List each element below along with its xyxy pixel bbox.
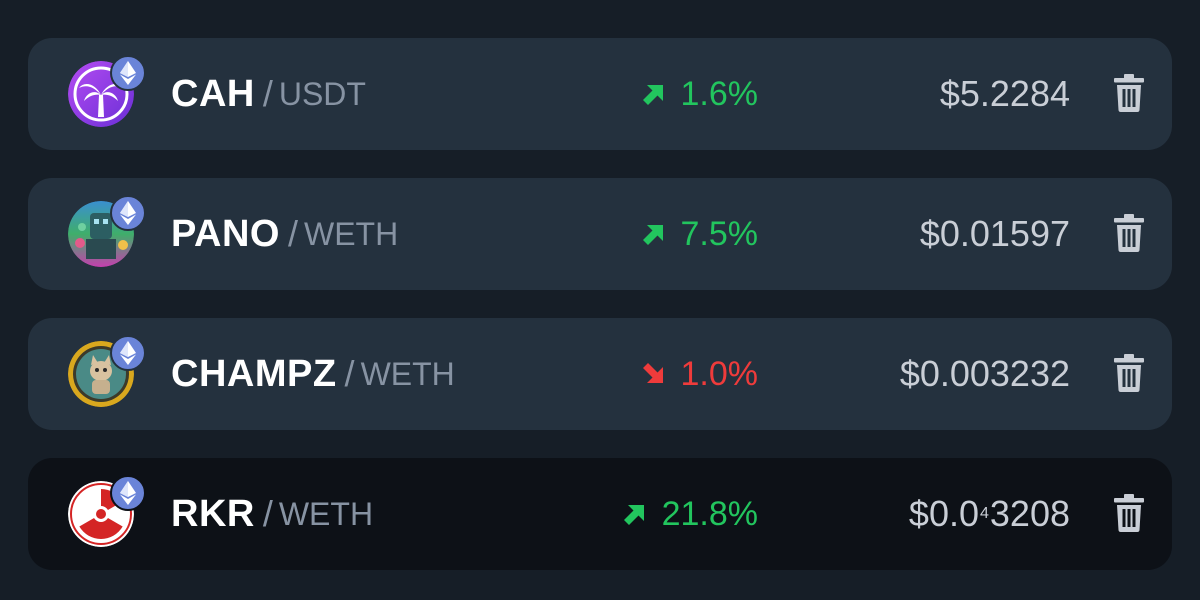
- price-change: 21.8%: [623, 458, 758, 570]
- delete-button[interactable]: [1114, 493, 1144, 533]
- token-price: $0.01597: [920, 178, 1070, 290]
- watchlist-row-champz[interactable]: CHAMPZ / WETH 1.0% $0.003232: [28, 318, 1172, 430]
- token-price-zero-count: 4: [980, 505, 989, 522]
- delete-button[interactable]: [1114, 73, 1144, 113]
- watchlist-row-pano[interactable]: PANO / WETH 7.5% $0.01597: [28, 178, 1172, 290]
- trading-pair: RKR / WETH: [171, 458, 373, 570]
- trash-icon: [1114, 74, 1144, 112]
- trading-pair: PANO / WETH: [171, 178, 398, 290]
- token-avatar: [68, 195, 146, 267]
- price-change: 1.0%: [642, 318, 759, 430]
- token-avatar: [68, 55, 146, 127]
- arrow-up-right-icon: [623, 503, 646, 525]
- base-symbol: RKR: [171, 492, 255, 535]
- trading-pair: CAH / USDT: [171, 38, 366, 150]
- base-symbol: CAH: [171, 72, 255, 115]
- token-price-value: $0.01597: [919, 213, 1070, 254]
- token-price: $5.2284: [940, 38, 1070, 150]
- quote-symbol: USDT: [278, 75, 366, 112]
- ethereum-icon: [110, 475, 146, 511]
- token-price-value: $0.003232: [899, 353, 1070, 394]
- ethereum-icon: [110, 335, 146, 371]
- price-change-value: 1.0%: [680, 354, 759, 393]
- watchlist-row-cah[interactable]: CAH / USDT 1.6% $5.2284: [28, 38, 1172, 150]
- pair-separator: /: [262, 73, 273, 114]
- price-change-value: 7.5%: [680, 214, 759, 253]
- pair-separator: /: [287, 213, 298, 254]
- arrow-down-right-icon: [642, 363, 665, 385]
- arrow-up-right-icon: [642, 223, 665, 245]
- delete-button[interactable]: [1114, 213, 1144, 253]
- ethereum-icon: [110, 55, 146, 91]
- token-price: $0.0 4 3208: [909, 458, 1070, 570]
- trash-icon: [1114, 494, 1144, 532]
- base-symbol: PANO: [171, 212, 280, 255]
- base-symbol: CHAMPZ: [171, 352, 337, 395]
- trash-icon: [1114, 214, 1144, 252]
- token-avatar: [68, 475, 146, 547]
- quote-symbol: WETH: [278, 495, 374, 532]
- trash-icon: [1114, 354, 1144, 392]
- pair-separator: /: [344, 353, 355, 394]
- quote-symbol: WETH: [303, 215, 399, 252]
- price-change-value: 21.8%: [661, 494, 758, 533]
- watchlist: CAH / USDT 1.6% $5.2284 PANO / WETH 7.5%…: [28, 38, 1172, 598]
- quote-symbol: WETH: [360, 355, 455, 392]
- delete-button[interactable]: [1114, 353, 1144, 393]
- token-price-prefix: $0.0: [908, 493, 979, 534]
- price-change: 7.5%: [642, 178, 759, 290]
- pair-separator: /: [262, 493, 273, 534]
- arrow-up-right-icon: [642, 83, 665, 105]
- price-change: 1.6%: [642, 38, 759, 150]
- trading-pair: CHAMPZ / WETH: [171, 318, 455, 430]
- token-price-digits: 3208: [989, 493, 1070, 534]
- price-change-value: 1.6%: [680, 74, 759, 113]
- token-price-value: $5.2284: [939, 73, 1070, 114]
- token-price: $0.003232: [900, 318, 1070, 430]
- ethereum-icon: [110, 195, 146, 231]
- token-avatar: [68, 335, 146, 407]
- watchlist-row-rkr[interactable]: RKR / WETH 21.8% $0.0 4 3208: [28, 458, 1172, 570]
